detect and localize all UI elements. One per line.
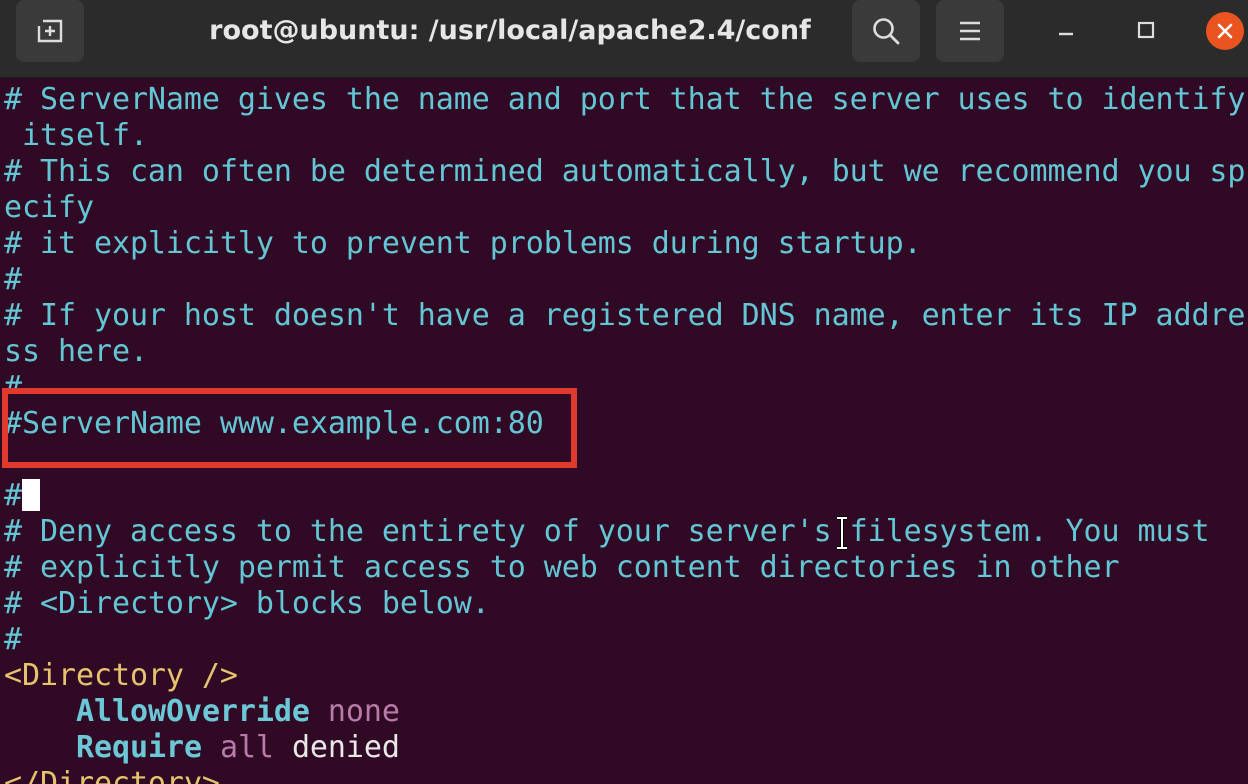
directive-keyword: AllowOverride <box>76 694 310 729</box>
terminal-line: # ServerName gives the name and port tha… <box>4 82 1246 117</box>
minimize-button[interactable] <box>1046 10 1086 50</box>
terminal-line: # If your host doesn't have a registered… <box>4 298 1246 333</box>
directive-keyword: Require <box>76 730 202 765</box>
terminal-line: # explicitly permit access to web conten… <box>4 550 1120 585</box>
directive-value: all <box>219 730 274 765</box>
directive-value: none <box>327 694 400 729</box>
title-bar: root@ubuntu: /usr/local/apache2.4/conf <box>0 0 1248 78</box>
new-tab-icon <box>37 19 63 43</box>
terminal-line: ecify <box>4 190 94 225</box>
terminal-line: # This can often be determined automatic… <box>4 154 1246 189</box>
menu-button[interactable] <box>936 0 1004 62</box>
require-line: Require all denied <box>76 730 400 766</box>
hamburger-menu-icon <box>960 21 980 41</box>
maximize-button[interactable] <box>1126 10 1166 50</box>
terminal-line: # it explicitly to prevent problems duri… <box>4 226 922 261</box>
close-icon <box>1217 23 1233 39</box>
directory-open-tag: <Directory /> <box>4 658 238 693</box>
terminal-content[interactable]: # ServerName gives the name and port tha… <box>0 78 1248 784</box>
new-tab-button[interactable] <box>16 0 84 62</box>
directive-argument: denied <box>291 730 400 765</box>
server-name-line: #ServerName www.example.com:80 <box>4 406 544 441</box>
directory-close-tag: </Directory> <box>4 766 220 784</box>
cursor-line: # <box>4 478 40 514</box>
ibeam-cursor-icon <box>837 516 847 550</box>
text-cursor <box>22 479 40 511</box>
terminal-line: # <box>4 370 22 388</box>
terminal-line: # <Directory> blocks below. <box>4 586 490 621</box>
search-button[interactable] <box>852 0 920 62</box>
allowoverride-line: AllowOverride none <box>76 694 400 730</box>
terminal-line: # <box>4 622 22 657</box>
maximize-icon <box>1137 21 1155 39</box>
terminal-line: itself. <box>4 118 148 153</box>
close-button[interactable] <box>1206 12 1244 50</box>
terminal-line: # <box>4 262 22 297</box>
window-title: root@ubuntu: /usr/local/apache2.4/conf <box>209 15 811 46</box>
terminal-line: # Deny access to the entirety of your se… <box>4 514 1210 549</box>
terminal-line: ss here. <box>4 334 148 369</box>
search-icon <box>873 18 900 45</box>
minimize-icon <box>1059 32 1073 36</box>
cursor-line-text: # <box>4 478 22 513</box>
terminal-window: root@ubuntu: /usr/local/apache2.4/conf #… <box>0 0 1248 784</box>
